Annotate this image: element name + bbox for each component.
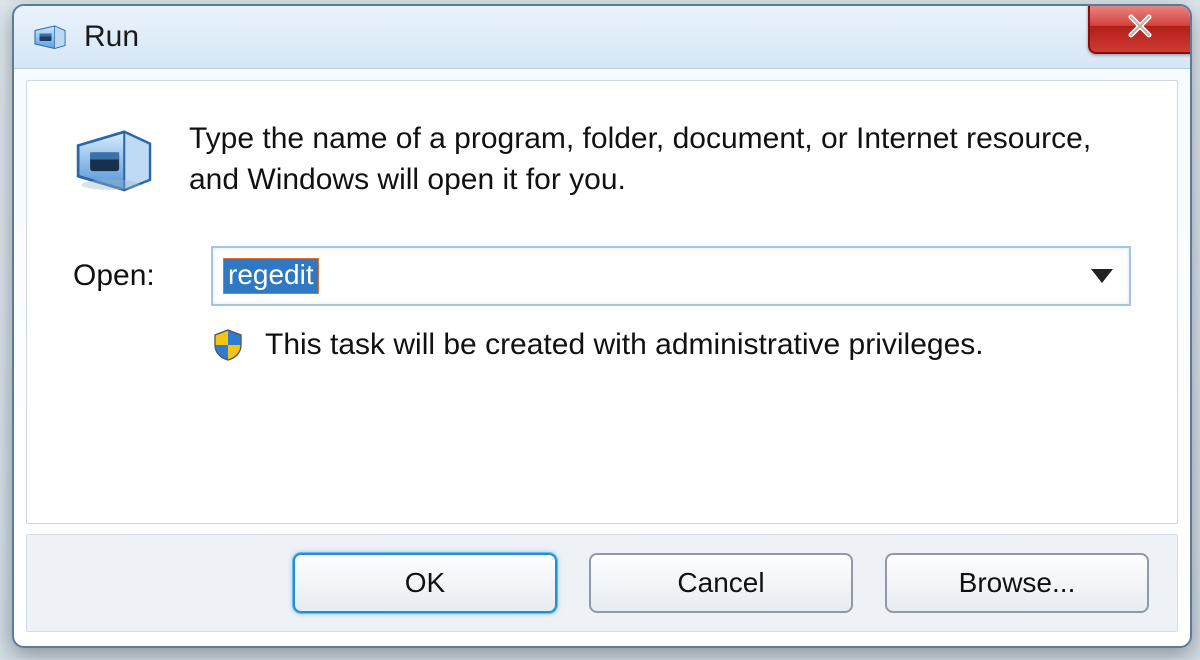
description-row: Type the name of a program, folder, docu…	[73, 119, 1131, 200]
open-label: Open:	[73, 259, 211, 293]
window-title: Run	[84, 20, 139, 54]
run-icon	[32, 23, 68, 51]
run-dialog: Run	[12, 4, 1192, 648]
close-icon	[1125, 11, 1155, 46]
open-combobox[interactable]: regedit	[211, 246, 1131, 306]
run-icon	[73, 125, 155, 197]
cancel-button[interactable]: Cancel	[589, 553, 853, 613]
admin-row: This task will be created with administr…	[211, 328, 1131, 362]
button-bar: OK Cancel Browse...	[26, 534, 1178, 632]
open-row: Open: regedit	[73, 246, 1131, 306]
dialog-client-area: Type the name of a program, folder, docu…	[26, 80, 1178, 524]
admin-notice-text: This task will be created with administr…	[265, 328, 984, 362]
titlebar[interactable]: Run	[14, 6, 1190, 69]
open-input-value[interactable]: regedit	[223, 258, 319, 294]
close-button[interactable]	[1088, 4, 1192, 54]
ok-button[interactable]: OK	[293, 553, 557, 613]
browse-button[interactable]: Browse...	[885, 553, 1149, 613]
chevron-down-icon[interactable]	[1091, 269, 1113, 283]
uac-shield-icon	[211, 328, 245, 362]
description-text: Type the name of a program, folder, docu…	[189, 119, 1129, 200]
